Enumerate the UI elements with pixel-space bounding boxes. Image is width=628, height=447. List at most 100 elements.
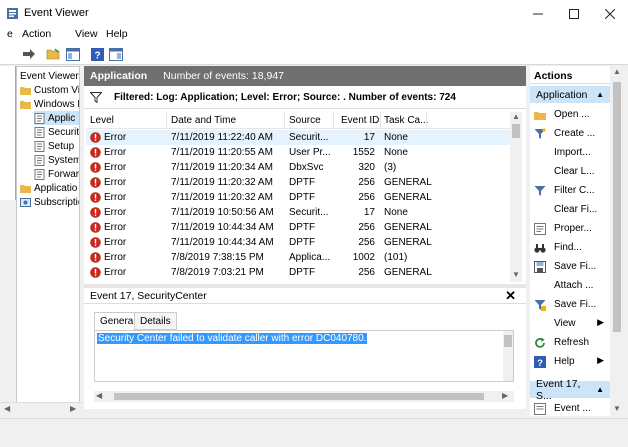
column-header-task-category[interactable]: Task Ca...: [384, 115, 428, 126]
action-find[interactable]: Find...: [530, 238, 610, 257]
tree-item-applications-services[interactable]: Applicatio: [20, 181, 77, 195]
collapse-arrow-icon[interactable]: ▲: [596, 385, 604, 394]
cell-datetime: 7/11/2019 11:20:32 AM: [171, 177, 273, 188]
help-button[interactable]: ?: [88, 45, 106, 63]
column-header-event-id[interactable]: Event ID: [341, 115, 379, 126]
show-tree-button[interactable]: [64, 45, 82, 63]
menu-file[interactable]: e: [7, 28, 13, 40]
action-clear-log[interactable]: Clear L...: [530, 162, 610, 181]
scroll-left-icon[interactable]: ◀: [96, 391, 102, 400]
cell-level: Error: [104, 192, 127, 203]
tree-horizontal-scrollbar[interactable]: ◀ ▶: [0, 402, 82, 416]
tree-item-windows-logs[interactable]: Windows L: [20, 97, 79, 111]
table-row[interactable]: Error 7/11/2019 10:44:34 AM DPTF 256 GEN…: [86, 220, 510, 235]
log-icon: [34, 112, 45, 124]
tree-label: Subscriptic: [34, 196, 80, 208]
scrollbar-thumb[interactable]: [512, 124, 520, 138]
actions-vertical-scrollbar[interactable]: ▲ ▼: [611, 66, 623, 416]
menu-help[interactable]: Help: [106, 28, 128, 40]
tree-item-security[interactable]: Securit: [34, 125, 79, 139]
log-icon: [34, 168, 45, 180]
action-refresh[interactable]: Refresh: [530, 333, 610, 352]
table-row[interactable]: Error 7/11/2019 11:20:32 AM DPTF 256 GEN…: [86, 190, 510, 205]
scrollbar-thumb[interactable]: [504, 335, 512, 347]
minimize-button[interactable]: [520, 0, 556, 27]
actions-section-event[interactable]: Event 17, S... ▲: [530, 378, 610, 402]
table-row[interactable]: Error 7/11/2019 11:20:34 AM DbxSvc 320 (…: [86, 160, 510, 175]
table-row[interactable]: Error 7/11/2019 10:44:34 AM DPTF 256 GEN…: [86, 235, 510, 250]
scroll-right-icon[interactable]: ▶: [70, 404, 76, 413]
error-icon: [90, 207, 101, 218]
tree-label: Setup: [48, 140, 75, 152]
column-header-date-time[interactable]: Date and Time: [171, 115, 236, 126]
error-icon: [90, 147, 101, 158]
action-save-filtered-log[interactable]: Save Fi...: [530, 257, 610, 276]
column-header-source[interactable]: Source: [289, 115, 321, 126]
cell-level: Error: [104, 267, 127, 278]
tree-item-event-viewer[interactable]: Event Viewer (: [20, 69, 79, 83]
action-import-custom-view[interactable]: Import...: [530, 143, 610, 162]
section-label: Event 17, S...: [536, 377, 581, 402]
tree-item-custom-views[interactable]: Custom Vi: [20, 83, 79, 97]
open-folder-button[interactable]: [44, 45, 62, 63]
action-filter-current-log[interactable]: Filter C...: [530, 181, 610, 200]
action-save-filter[interactable]: Save Fi...: [530, 295, 610, 314]
table-row[interactable]: Error 7/8/2019 7:38:15 PM Applica... 100…: [86, 250, 510, 265]
collapse-arrow-icon[interactable]: ▲: [596, 90, 604, 99]
table-row[interactable]: Error 7/11/2019 10:50:56 AM Securit... 1…: [86, 205, 510, 220]
tab-details[interactable]: Details: [134, 312, 177, 330]
table-row[interactable]: Error 7/8/2019 7:03:21 PM DPTF 256 GENER…: [86, 265, 510, 280]
scroll-down-icon[interactable]: ▼: [512, 270, 520, 279]
grid-header: Level Date and Time Source Event ID Task…: [86, 112, 510, 129]
scroll-down-icon[interactable]: ▼: [613, 404, 621, 413]
tree-item-application[interactable]: Applic: [34, 111, 79, 125]
close-button[interactable]: [592, 0, 628, 27]
tree-item-setup[interactable]: Setup: [34, 139, 74, 153]
show-action-pane-button[interactable]: [107, 45, 125, 63]
action-view[interactable]: View ▶: [530, 314, 610, 333]
detail-horizontal-scrollbar[interactable]: ◀ ▶: [94, 391, 514, 402]
scroll-left-icon[interactable]: ◀: [4, 404, 10, 413]
cell-task: (101): [384, 252, 408, 263]
table-row[interactable]: Error 7/11/2019 11:22:40 AM Securit... 1…: [86, 130, 510, 145]
message-vertical-scrollbar[interactable]: [503, 331, 513, 381]
scrollbar-thumb[interactable]: [613, 82, 621, 332]
scroll-up-icon[interactable]: ▲: [512, 112, 520, 121]
scrollbar-thumb[interactable]: [114, 393, 484, 400]
action-properties[interactable]: Proper...: [530, 219, 610, 238]
close-detail-icon[interactable]: ✕: [505, 288, 516, 304]
column-header-level[interactable]: Level: [90, 115, 114, 126]
action-attach-task[interactable]: Attach ...: [530, 276, 610, 295]
column-divider[interactable]: [380, 112, 381, 129]
table-row[interactable]: Error 7/11/2019 11:20:32 AM DPTF 256 GEN…: [86, 175, 510, 190]
filter-star-icon: [534, 127, 546, 139]
action-help[interactable]: ? Help ▶: [530, 352, 610, 371]
title-bar: Event Viewer: [0, 0, 628, 27]
action-clear-filter[interactable]: Clear Fi...: [530, 200, 610, 219]
tree-item-forwarded-events[interactable]: Forwar: [34, 167, 79, 181]
table-row[interactable]: Error 7/11/2019 11:20:55 AM User Pr... 1…: [86, 145, 510, 160]
cell-datetime: 7/11/2019 11:20:55 AM: [171, 147, 273, 158]
tree-item-system[interactable]: System: [34, 153, 79, 167]
action-event-properties[interactable]: Event ...: [530, 399, 610, 416]
event-message[interactable]: Security Center failed to validate calle…: [97, 333, 368, 344]
column-divider[interactable]: [166, 112, 167, 129]
grid-vertical-scrollbar[interactable]: ▲ ▼: [510, 112, 522, 282]
properties-icon: [534, 222, 546, 235]
scroll-right-icon[interactable]: ▶: [502, 391, 508, 400]
column-divider[interactable]: [333, 112, 334, 129]
toolbar: ?: [0, 43, 628, 65]
action-create-custom-view[interactable]: Create ...: [530, 124, 610, 143]
menu-view[interactable]: View: [75, 28, 98, 40]
scroll-up-icon[interactable]: ▲: [613, 67, 621, 76]
close-icon: [605, 8, 615, 19]
svg-text:?: ?: [94, 50, 100, 61]
column-divider[interactable]: [426, 112, 427, 129]
actions-section-application[interactable]: Application ▲: [530, 86, 610, 103]
tree-item-subscriptions[interactable]: Subscriptic: [20, 195, 80, 209]
menu-action[interactable]: Action: [22, 28, 51, 40]
forward-button[interactable]: [20, 45, 38, 63]
action-open-saved-log[interactable]: Open ...: [530, 105, 610, 124]
column-divider[interactable]: [284, 112, 285, 129]
maximize-button[interactable]: [556, 0, 592, 27]
